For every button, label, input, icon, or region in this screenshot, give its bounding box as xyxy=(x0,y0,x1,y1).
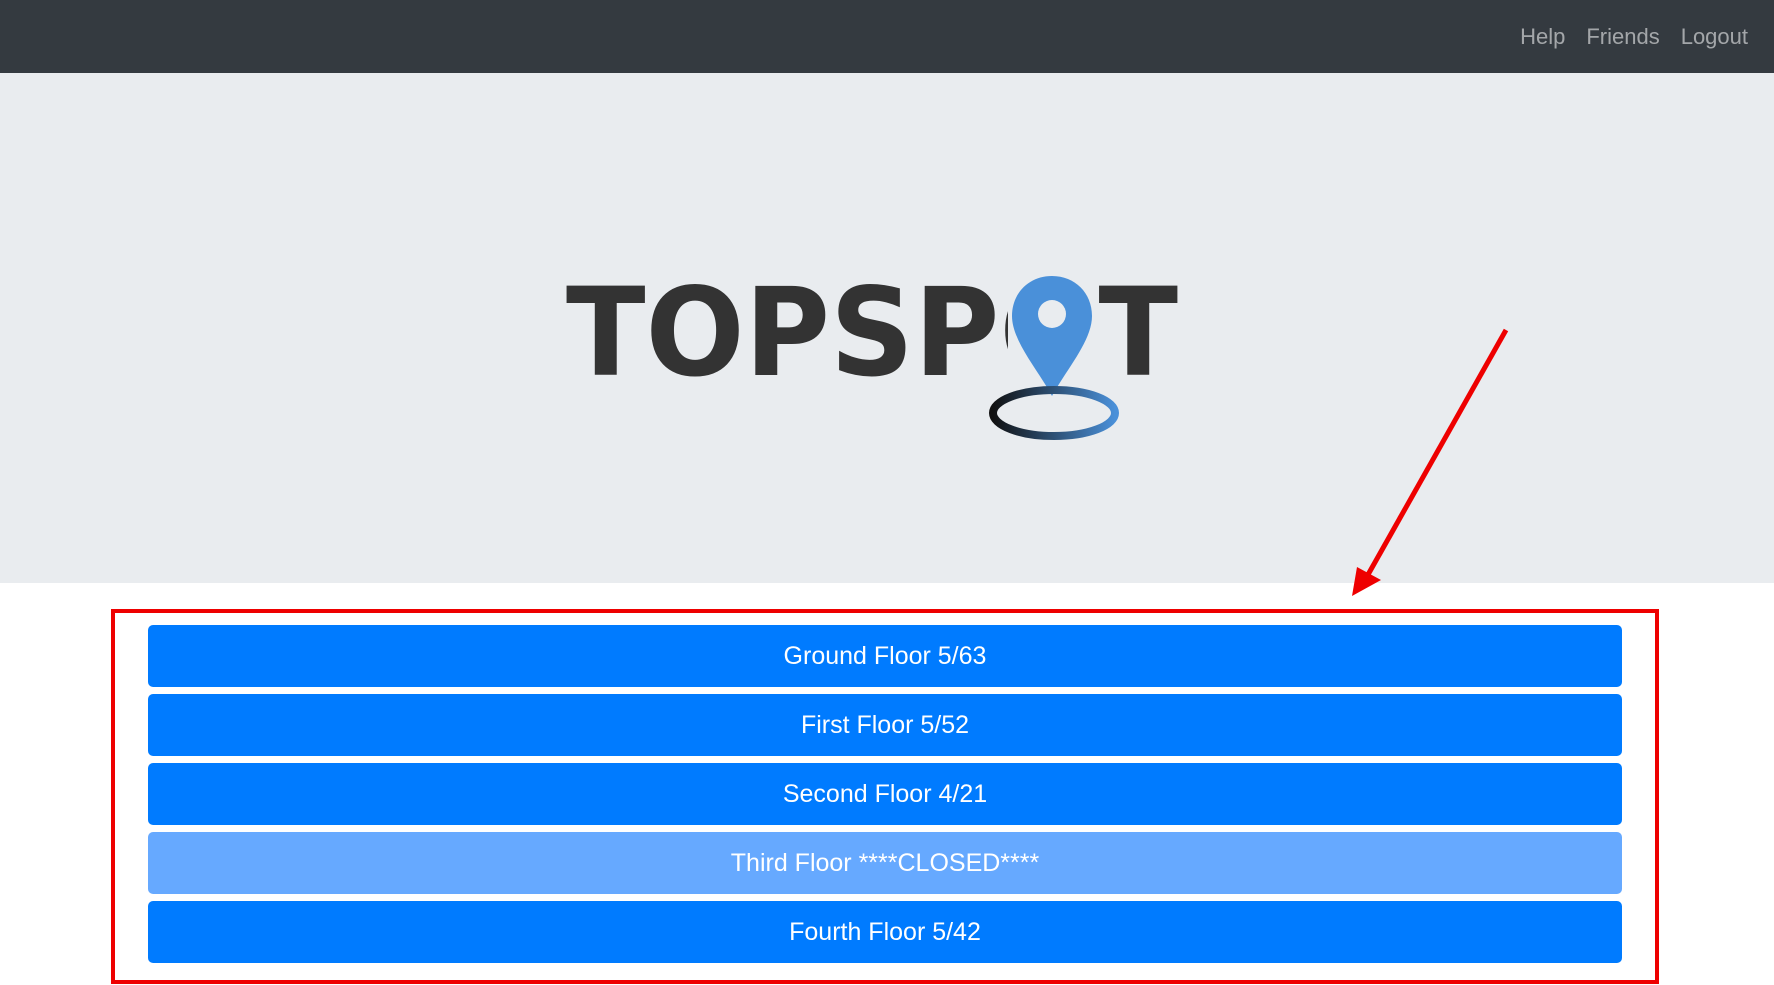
floor-button-second[interactable]: Second Floor 4/21 xyxy=(148,763,1622,825)
floor-list-panel: Ground Floor 5/63 First Floor 5/52 Secon… xyxy=(111,609,1659,984)
nav-link-help[interactable]: Help xyxy=(1520,24,1565,50)
floor-button-third: Third Floor ****CLOSED**** xyxy=(148,832,1622,894)
nav-link-logout[interactable]: Logout xyxy=(1681,24,1748,50)
floor-button-fourth[interactable]: Fourth Floor 5/42 xyxy=(148,901,1622,963)
floor-button-first[interactable]: First Floor 5/52 xyxy=(148,694,1622,756)
floor-button-ground[interactable]: Ground Floor 5/63 xyxy=(148,625,1622,687)
topspot-logo: TOPSPOT xyxy=(566,260,1178,440)
top-navbar: Help Friends Logout xyxy=(0,0,1774,73)
nav-links: Help Friends Logout xyxy=(1499,0,1748,73)
nav-link-friends[interactable]: Friends xyxy=(1586,24,1659,50)
